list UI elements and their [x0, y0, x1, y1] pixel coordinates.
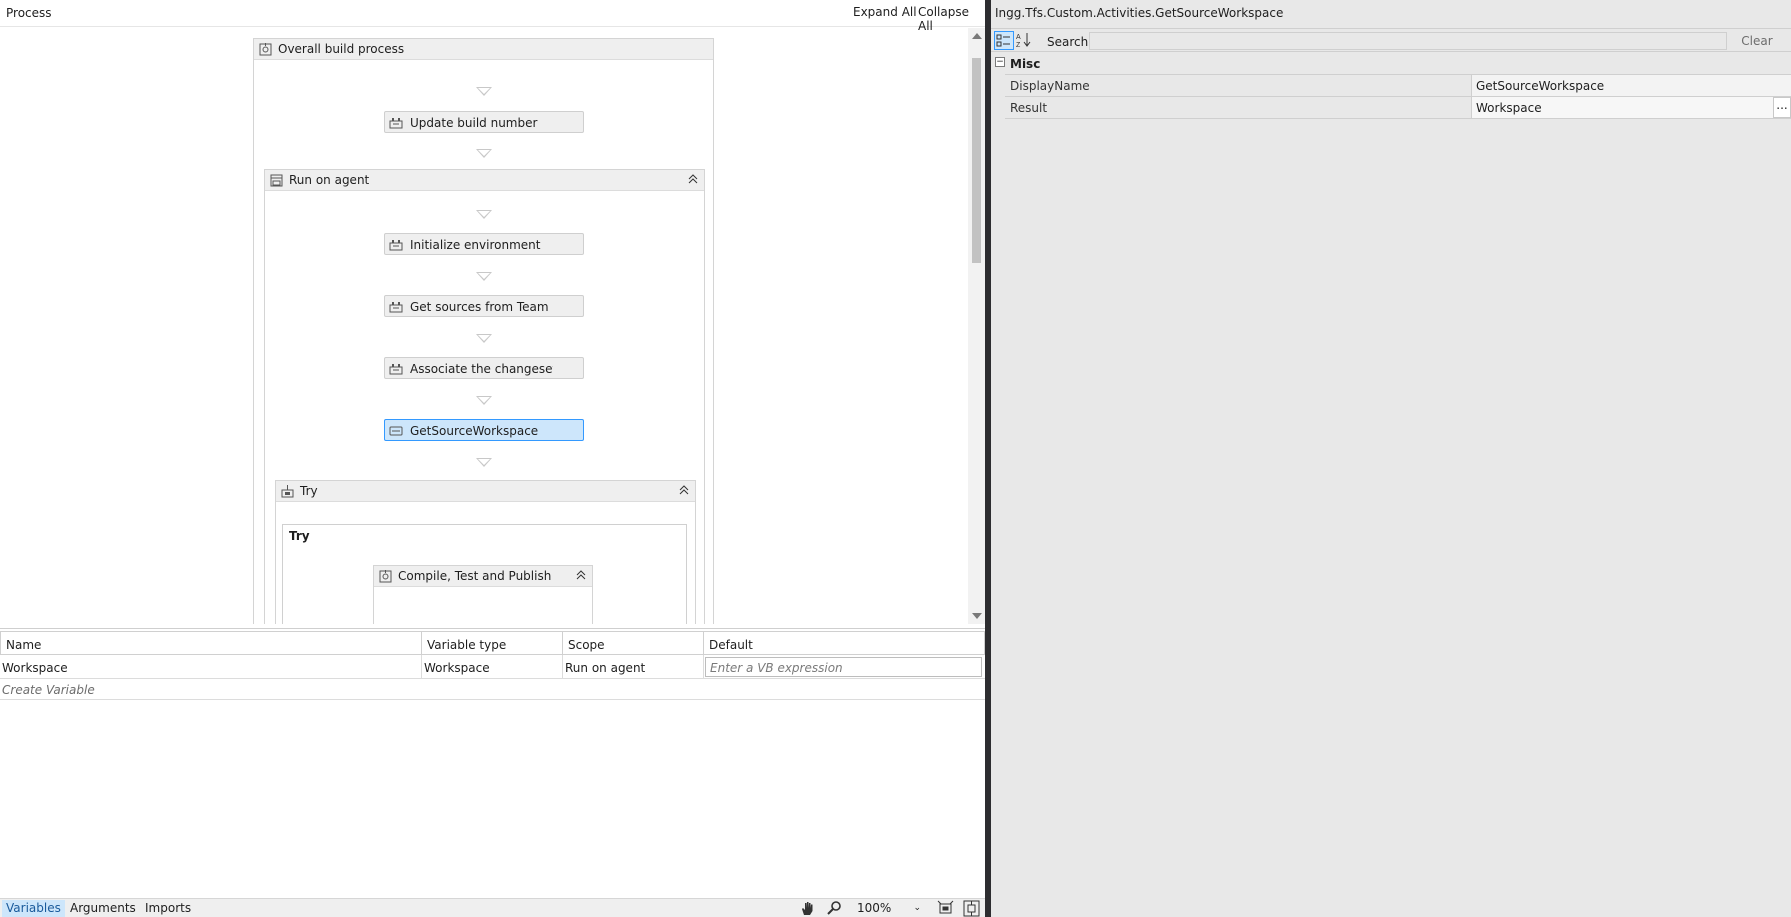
try-title: Try — [300, 484, 318, 498]
try-body-label: Try — [289, 529, 310, 543]
breadcrumb[interactable]: Process — [6, 6, 52, 20]
tab-arguments[interactable]: Arguments — [66, 900, 140, 917]
svg-text:A: A — [1016, 34, 1021, 41]
agent-scope-icon — [270, 174, 283, 187]
alphabetical-sort-button[interactable]: A Z — [1015, 31, 1035, 50]
row-divider — [0, 699, 985, 700]
properties-toolbar: A Z Search: Clear — [991, 28, 1791, 52]
pan-hand-icon[interactable] — [799, 900, 816, 917]
drop-target-arrow[interactable] — [476, 87, 492, 96]
clear-search-button[interactable]: Clear — [1729, 31, 1785, 51]
column-header-default[interactable]: Default — [703, 631, 985, 655]
activity-get-sources[interactable]: Get sources from Team Foundation Server — [384, 295, 584, 317]
sequence-icon — [379, 570, 392, 583]
designer-vertical-scrollbar[interactable] — [968, 28, 985, 624]
activity-label: Associate the changesets that occurred s… — [410, 362, 553, 376]
collapse-chevron-icon[interactable] — [686, 173, 700, 187]
zoom-magnifier-icon[interactable] — [826, 900, 843, 917]
activity-label: GetSourceWorkspace — [410, 424, 539, 438]
activity-icon — [389, 240, 403, 251]
property-value-editor[interactable]: Workspace ... — [1471, 97, 1791, 118]
activity-icon — [389, 302, 403, 313]
categorized-icon — [996, 34, 1010, 47]
sequence-title: Overall build process — [278, 42, 405, 56]
activity-icon — [389, 118, 403, 129]
create-variable-link[interactable]: Create Variable — [2, 683, 95, 697]
variable-default-input[interactable]: Enter a VB expression — [705, 657, 982, 677]
designer-canvas[interactable]: Overall build process Update build numbe… — [0, 28, 968, 624]
variable-type[interactable]: Workspace — [422, 655, 563, 679]
sequence-icon — [259, 43, 272, 56]
sequence-title: Run on agent — [289, 173, 370, 187]
variable-scope[interactable]: Run on agent — [563, 655, 704, 679]
try-catch-icon — [281, 485, 294, 498]
column-header-name[interactable]: Name — [0, 631, 422, 655]
sequence-header[interactable]: Compile, Test and Publish — [374, 566, 592, 587]
svg-text:Z: Z — [1016, 42, 1021, 48]
expand-all-button[interactable]: Expand All — [853, 5, 917, 19]
sequence-overall-build-process[interactable]: Overall build process Update build numbe… — [253, 38, 714, 624]
designer-header: Process Expand All Collapse All — [0, 0, 985, 33]
try-body[interactable]: Try Compile, Test and Publish — [282, 524, 687, 624]
property-row-displayname[interactable]: DisplayName GetSourceWorkspace — [1005, 74, 1791, 96]
property-name: Result — [1010, 101, 1048, 115]
category-misc[interactable]: − Misc — [991, 54, 1791, 74]
fit-to-screen-icon[interactable] — [937, 900, 954, 917]
property-search-input[interactable] — [1089, 32, 1727, 50]
zoom-level-value: 100% — [857, 901, 892, 915]
tab-imports[interactable]: Imports — [141, 900, 195, 917]
activity-update-build-number[interactable]: Update build number — [384, 111, 584, 133]
drop-target-arrow[interactable] — [476, 334, 492, 343]
drop-target-arrow[interactable] — [476, 149, 492, 158]
drop-target-arrow[interactable] — [476, 272, 492, 281]
activity-label: Update build number — [410, 116, 538, 130]
variable-name[interactable]: Workspace — [0, 655, 422, 679]
sequence-compile-test-publish[interactable]: Compile, Test and Publish — [373, 565, 593, 624]
scrollbar-thumb[interactable] — [972, 58, 981, 263]
workflow-designer: Process Expand All Collapse All Overall … — [0, 0, 985, 917]
categorized-view-button[interactable] — [994, 31, 1014, 50]
activity-label: Initialize environment — [410, 238, 541, 252]
collapse-chevron-icon[interactable] — [574, 569, 588, 583]
properties-pane: Ingg.Tfs.Custom.Activities.GetSourceWork… — [991, 0, 1791, 917]
sequence-title: Compile, Test and Publish — [398, 569, 552, 583]
collapse-minus-icon[interactable]: − — [995, 57, 1005, 67]
drop-target-arrow[interactable] — [476, 396, 492, 405]
expression-editor-ellipsis-button[interactable]: ... — [1773, 97, 1791, 118]
collapse-chevron-icon[interactable] — [677, 484, 691, 498]
try-catch-block[interactable]: Try Try Compile, Test and Publish — [275, 480, 696, 624]
sort-alphabetical-icon: A Z — [1016, 33, 1031, 49]
activity-associate-changesets[interactable]: Associate the changesets that occurred s… — [384, 357, 584, 379]
drop-target-arrow[interactable] — [476, 458, 492, 467]
scroll-up-arrow-icon[interactable] — [972, 33, 982, 39]
property-value[interactable]: GetSourceWorkspace — [1471, 75, 1791, 96]
category-label: Misc — [1010, 57, 1041, 71]
column-header-variable-type[interactable]: Variable type — [421, 631, 563, 655]
properties-object-title: Ingg.Tfs.Custom.Activities.GetSourceWork… — [995, 6, 1284, 20]
try-header[interactable]: Try — [276, 481, 695, 502]
activity-icon — [389, 364, 403, 375]
drop-target-arrow[interactable] — [476, 210, 492, 219]
property-value: Workspace — [1476, 101, 1542, 115]
zoom-level-dropdown[interactable]: 100% ⌄ — [855, 900, 925, 917]
activity-label: Get sources from Team Foundation Server — [410, 300, 553, 314]
sequence-run-on-agent[interactable]: Run on agent Initialize environment Get … — [264, 169, 705, 624]
property-row-result[interactable]: Result Workspace ... — [1005, 96, 1791, 119]
activity-get-source-workspace[interactable]: GetSourceWorkspace — [384, 419, 584, 441]
tab-variables[interactable]: Variables — [2, 900, 65, 917]
property-name: DisplayName — [1010, 79, 1090, 93]
activity-initialize-environment[interactable]: Initialize environment — [384, 233, 584, 255]
variables-header-row: Name Variable type Scope Default — [0, 631, 985, 655]
sequence-header[interactable]: Overall build process — [254, 39, 713, 60]
search-label: Search: — [1047, 35, 1093, 49]
variables-panel: Name Variable type Scope Default Workspa… — [0, 628, 985, 898]
sequence-header[interactable]: Run on agent — [265, 170, 704, 191]
designer-bottom-bar: Variables Arguments Imports 100% ⌄ — [0, 898, 985, 917]
scroll-down-arrow-icon[interactable] — [972, 613, 982, 619]
custom-activity-icon — [389, 426, 403, 436]
column-header-scope[interactable]: Scope — [562, 631, 704, 655]
overview-map-icon[interactable] — [963, 900, 980, 917]
chevron-down-icon: ⌄ — [913, 903, 921, 913]
